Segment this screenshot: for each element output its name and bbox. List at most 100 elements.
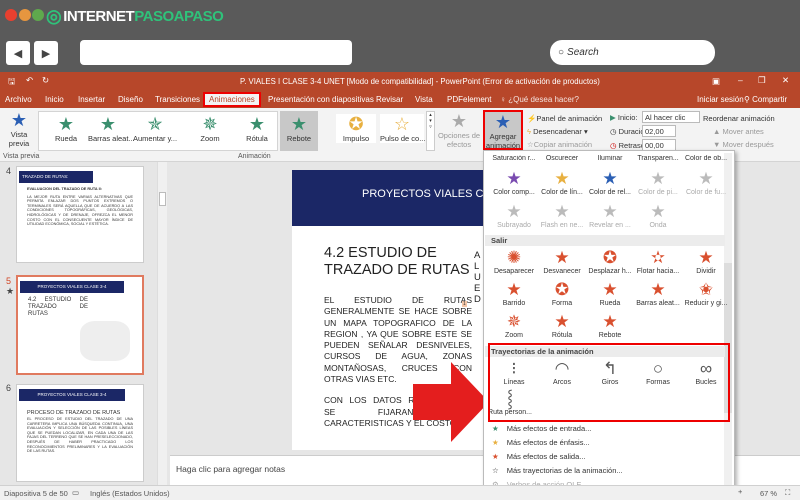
- duration-input[interactable]: 02,00: [642, 125, 676, 137]
- window-title: P. VIALES I CLASE 3-4 UNET [Modo de comp…: [240, 77, 600, 86]
- emphasis-effect[interactable]: ★ Color de rel...: [586, 169, 634, 196]
- emphasis-effect[interactable]: Saturación r...: [490, 155, 538, 162]
- emphasis-effect[interactable]: Oscurecer: [538, 155, 586, 162]
- effect-label: Desvanecer: [543, 268, 581, 275]
- emphasis-effect: ★ Color de pi...: [634, 169, 682, 196]
- language-status[interactable]: Inglés (Estados Unidos): [90, 489, 170, 498]
- exit-effect[interactable]: ✪ Forma: [538, 280, 586, 307]
- exit-effect[interactable]: ★ Desvanecer: [538, 248, 586, 275]
- minimize-dot[interactable]: [19, 9, 31, 21]
- tab-animaciones[interactable]: Animaciones: [203, 92, 261, 107]
- tell-me-input[interactable]: ♀ ¿Qué desea hacer?: [500, 95, 579, 104]
- maximize-dot[interactable]: [32, 9, 44, 21]
- exit-effect-icon: ★: [506, 280, 522, 299]
- zoom-in-icon[interactable]: +: [738, 487, 742, 496]
- minimize-icon[interactable]: –: [738, 75, 743, 85]
- exit-effect-icon: ✺: [506, 248, 522, 267]
- animation-pane-button[interactable]: ⚡Panel de animación: [527, 112, 602, 125]
- more-exit-effects[interactable]: ★ Más efectos de salida...: [492, 452, 586, 461]
- spellcheck-icon[interactable]: ▭: [72, 488, 79, 497]
- back-button[interactable]: ◀: [6, 41, 30, 65]
- gallery-scroll[interactable]: ▴ ▾ ▿: [426, 111, 435, 151]
- move-earlier-button[interactable]: ▲ Mover antes: [703, 125, 775, 138]
- search-icon: ○: [558, 47, 565, 58]
- emphasis-effect-icon: ★: [602, 169, 618, 188]
- more-motion-paths[interactable]: ☆ Más trayectorias de la animación...: [492, 466, 623, 475]
- exit-effect[interactable]: ✪ Desplazar h...: [586, 248, 634, 275]
- gallery-item[interactable]: ☆ Pulso de co...: [380, 114, 425, 143]
- gallery-item-selected[interactable]: ★ Rebote: [280, 111, 318, 151]
- gallery-item[interactable]: ✯ Aumentar y...: [133, 114, 177, 143]
- dropdown-scrollbar[interactable]: [724, 153, 732, 489]
- tab-archivo[interactable]: Archivo: [5, 95, 32, 104]
- save-icon[interactable]: 🖫: [8, 76, 15, 90]
- notes-placeholder: Haga clic para agregar notas: [176, 464, 286, 474]
- close-dot[interactable]: [5, 9, 17, 21]
- start-select[interactable]: Al hacer clic: [642, 111, 700, 123]
- exit-effect[interactable]: ★ Rueda: [586, 280, 634, 307]
- gallery-item[interactable]: ✪ Impulso: [336, 114, 376, 143]
- emphasis-effect: ★ Subrayado: [490, 202, 538, 229]
- exit-effect[interactable]: ★ Dividir: [682, 248, 730, 275]
- exit-effect[interactable]: ★ Rebote: [586, 312, 634, 339]
- preview-label: Vista previa: [8, 130, 30, 148]
- emphasis-effect[interactable]: Iluminar: [586, 155, 634, 162]
- preview-button[interactable]: ★ Vista previa: [2, 110, 36, 148]
- more-entrance-effects[interactable]: ★ Más efectos de entrada...: [492, 424, 591, 433]
- trigger-button[interactable]: ϟ Desencadenar ▾: [527, 125, 602, 138]
- emphasis-effect[interactable]: Transparen...: [634, 155, 682, 162]
- exit-effect[interactable]: ★ Rótula: [538, 312, 586, 339]
- tab-pdfelement[interactable]: PDFelement: [447, 95, 491, 104]
- exit-effect[interactable]: ✬ Reducir y gi...: [682, 280, 730, 307]
- effect-label: Revelar en ...: [589, 222, 631, 229]
- restore-icon[interactable]: ❐: [758, 75, 766, 86]
- reorder-label: Reordenar animación: [703, 114, 775, 123]
- slide-thumbnail-5[interactable]: PROYECTOS VIALES CLASE 3-4 4.2 ESTUDIO D…: [16, 275, 144, 375]
- exit-effect[interactable]: ✫ Flotar hacia...: [634, 248, 682, 275]
- signin-link[interactable]: Iniciar sesión: [697, 95, 744, 104]
- redo-icon[interactable]: ↻: [42, 75, 49, 86]
- exit-effect[interactable]: ★ Barras aleat...: [634, 280, 682, 307]
- effect-label: Color de fu...: [685, 189, 727, 196]
- exit-effect[interactable]: ✵ Zoom: [490, 312, 538, 339]
- tab-transiciones[interactable]: Transiciones: [155, 95, 200, 104]
- tab-presentacion[interactable]: Presentación con diapositivas: [268, 95, 374, 104]
- share-button[interactable]: ⚲ Compartir: [744, 95, 787, 104]
- thumbnails-scrollbar[interactable]: [157, 162, 167, 485]
- slide-thumbnail-4[interactable]: TRAZADO DE RUTAS: EVALUACION DEL TRAZADO…: [16, 166, 144, 263]
- ribbon-display-icon[interactable]: ▣: [712, 76, 720, 87]
- close-icon[interactable]: ✕: [782, 75, 789, 86]
- tab-inicio[interactable]: Inicio: [45, 95, 64, 104]
- gallery-item[interactable]: ★ Rueda: [46, 114, 86, 143]
- timing-group: ▶ Inicio: Al hacer clic ◷ Duración: 02,00 …: [610, 111, 700, 153]
- exit-effect[interactable]: ✺ Desaparecer: [490, 248, 538, 275]
- emphasis-effect[interactable]: ★ Color de lín...: [538, 169, 586, 196]
- fit-slide-icon[interactable]: ⛶: [785, 488, 790, 498]
- effect-label: Forma: [551, 300, 573, 307]
- tab-vista[interactable]: Vista: [415, 95, 433, 104]
- url-bar[interactable]: [80, 40, 352, 65]
- gallery-item[interactable]: ★ Barras aleat...: [88, 114, 135, 143]
- forward-button[interactable]: ▶: [34, 41, 58, 65]
- site-logo: ◎ INTERNET PASOAPASO: [46, 5, 224, 26]
- emphasis-effect-icon: ★: [650, 169, 666, 188]
- slide-title[interactable]: 4.2 ESTUDIO DE TRAZADO DE RUTAS: [324, 245, 472, 279]
- slide-number: 4: [6, 166, 12, 176]
- undo-icon[interactable]: ↶: [26, 75, 33, 86]
- exit-effect-icon: ✪: [554, 280, 570, 299]
- search-box[interactable]: ○ Search: [550, 40, 715, 65]
- exit-effect[interactable]: ★ Barrido: [490, 280, 538, 307]
- add-animation-button[interactable]: ★ Agregar animación: [483, 110, 523, 150]
- tab-diseno[interactable]: Diseño: [118, 95, 143, 104]
- emphasis-effect[interactable]: Color de ob...: [682, 155, 730, 162]
- gallery-item[interactable]: ★ Rótula: [237, 114, 277, 143]
- tab-insertar[interactable]: Insertar: [78, 95, 105, 104]
- tab-revisar[interactable]: Revisar: [376, 95, 403, 104]
- effect-label: Color de pi...: [638, 189, 678, 196]
- gallery-item[interactable]: ✵ Zoom: [190, 114, 230, 143]
- zoom-level[interactable]: 67 %: [760, 489, 777, 498]
- more-emphasis-effects[interactable]: ★ Más efectos de énfasis...: [492, 438, 590, 447]
- slide-thumbnail-6[interactable]: PROYECTOS VIALES CLASE 3-4 PROCESO DE TR…: [16, 384, 144, 482]
- effect-options-button[interactable]: ★ Opciones de efectos: [437, 111, 481, 149]
- emphasis-effect[interactable]: ★ Color comp...: [490, 169, 538, 196]
